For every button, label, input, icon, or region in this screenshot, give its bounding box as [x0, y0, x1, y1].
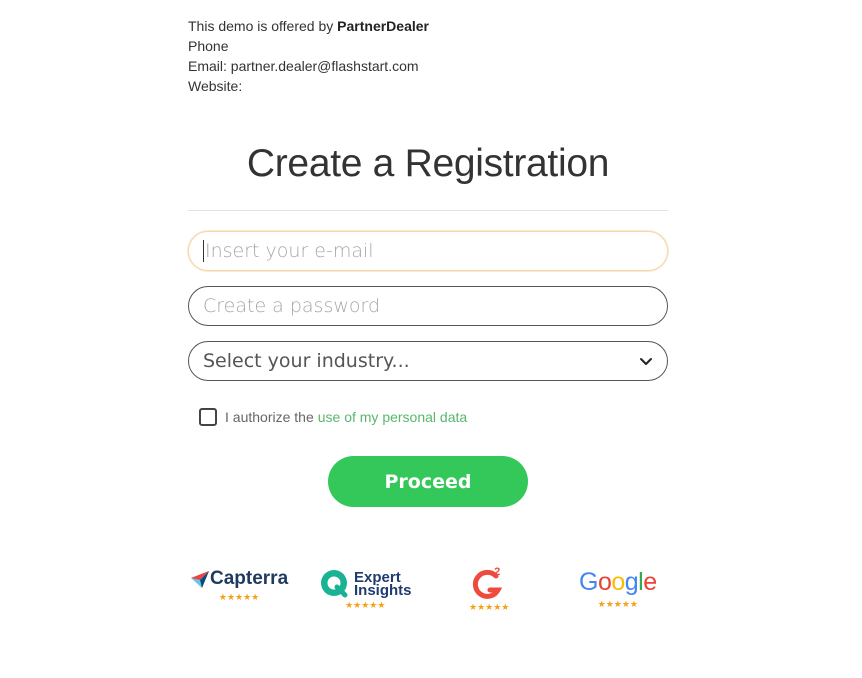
industry-select[interactable]: Select your industry...	[188, 341, 668, 381]
google-stars: ★★★★★	[597, 599, 638, 609]
g2-superscript: 2	[494, 566, 501, 578]
dealer-offered-line: This demo is offered by PartnerDealer	[188, 16, 429, 36]
consent-row: I authorize the use of my personal data	[199, 408, 467, 426]
chevron-down-icon	[640, 358, 652, 365]
password-placeholder: Create a password	[203, 295, 381, 317]
dealer-email: Email: partner.dealer@flashstart.com	[188, 58, 419, 74]
password-field[interactable]: Create a password	[188, 286, 668, 326]
personal-data-link[interactable]: use of my personal data	[318, 409, 467, 425]
google-letter-o2: o	[611, 568, 625, 596]
g2-icon	[473, 569, 503, 599]
capterra-label: Capterra	[210, 568, 289, 589]
consent-checkbox[interactable]	[199, 408, 217, 426]
g2-badge: 2 ★★★★★	[469, 566, 510, 612]
google-logo: Google	[579, 568, 657, 597]
google-letter-g: G	[579, 568, 598, 596]
capterra-logo: Capterra	[190, 568, 288, 590]
capterra-icon	[191, 571, 209, 588]
google-letter-e: e	[643, 568, 657, 596]
dealer-offered-prefix: This demo is offered by	[188, 18, 338, 34]
dealer-info: This demo is offered by PartnerDealer Ph…	[188, 16, 429, 96]
email-field[interactable]: Insert your e-mail	[188, 231, 668, 271]
proceed-button[interactable]: Proceed	[328, 456, 528, 507]
dealer-website: Website:	[188, 78, 243, 94]
expert-insights-wordmark: Expert Insights	[354, 570, 412, 599]
registration-page: This demo is offered by PartnerDealer Ph…	[0, 0, 862, 678]
review-badges: Capterra ★★★★★ Expert Insights ★★★★★ 2 ★…	[188, 566, 668, 620]
title-divider	[188, 210, 668, 211]
expert-insights-icon	[321, 570, 348, 598]
google-badge: Google ★★★★★	[579, 568, 657, 609]
consent-text: I authorize the	[225, 409, 314, 425]
expert-insights-line2: Insights	[354, 582, 412, 599]
industry-selected-value: Select your industry...	[203, 350, 410, 372]
g2-stars: ★★★★★	[469, 602, 510, 612]
google-letter-o1: o	[597, 568, 612, 596]
capterra-badge: Capterra ★★★★★	[190, 568, 288, 602]
capterra-stars: ★★★★★	[218, 592, 260, 602]
g2-logo: 2	[472, 566, 506, 600]
page-title: Create a Registration	[246, 142, 610, 185]
email-placeholder: Insert your e-mail	[205, 240, 374, 262]
expert-insights-logo: Expert Insights	[319, 568, 412, 600]
text-caret	[203, 240, 204, 262]
dealer-phone: Phone	[188, 38, 229, 54]
expert-insights-stars: ★★★★★	[345, 600, 386, 610]
expert-insights-badge: Expert Insights ★★★★★	[319, 568, 412, 610]
dealer-name: PartnerDealer	[337, 18, 429, 34]
google-letter-g2: g	[624, 568, 639, 596]
